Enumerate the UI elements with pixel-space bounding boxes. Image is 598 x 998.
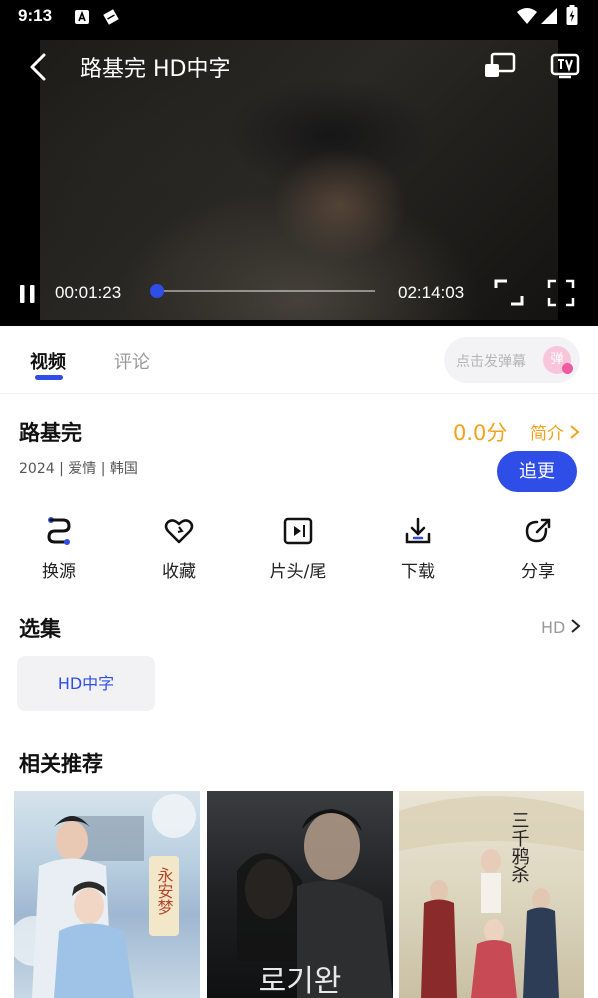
download-button[interactable]: 下载 <box>378 515 458 582</box>
action-label: 片头/尾 <box>269 562 327 582</box>
status-bar: 9:13 <box>0 0 598 34</box>
share-icon <box>525 518 551 543</box>
show-meta: 2024 | 爱情 | 韩国 <box>19 461 138 477</box>
episodes-title: 选集 <box>19 617 61 641</box>
video-player[interactable]: 路基完 HD中字 00:01:23 02:14:03 <box>0 34 598 326</box>
poster-artwork: 로기완 <box>237 809 393 998</box>
poster-text: 三千鸦杀 <box>509 811 530 883</box>
action-row: 换源 收藏 片头/尾 下载 分享 <box>0 515 598 585</box>
action-label: 换源 <box>42 562 76 582</box>
danmaku-input-button[interactable]: 点击发弹幕 弹 <box>444 337 580 383</box>
skip-intro-icon <box>283 517 313 545</box>
danmaku-placeholder: 点击发弹幕 <box>456 354 526 370</box>
chevron-right-icon <box>570 425 580 439</box>
tab-comments[interactable]: 评论 <box>114 348 150 374</box>
recommendation-poster[interactable]: 로기완 <box>207 791 393 998</box>
battery-icon <box>566 5 578 25</box>
a-notification-icon <box>75 10 89 24</box>
content-tabs: 视频 评论 点击发弹幕 弹 <box>0 326 598 394</box>
recommendation-poster[interactable]: 三千鸦杀 <box>399 791 584 998</box>
back-icon[interactable] <box>26 52 52 82</box>
show-score: 0.0分 <box>453 421 508 445</box>
skip-intro-button[interactable]: 片头/尾 <box>258 515 338 582</box>
fullscreen-icon[interactable] <box>546 278 576 308</box>
total-time: 02:14:03 <box>398 283 465 302</box>
status-time: 9:13 <box>18 6 53 25</box>
screen-mirror-icon[interactable] <box>483 51 517 81</box>
player-title: 路基完 HD中字 <box>80 57 231 82</box>
wifi-icon <box>517 8 537 24</box>
pause-icon[interactable] <box>18 283 38 305</box>
heart-icon <box>164 519 194 544</box>
share-button[interactable]: 分享 <box>498 515 578 582</box>
diamond-notification-icon <box>103 9 119 25</box>
current-time: 00:01:23 <box>55 283 122 302</box>
seek-bar[interactable] <box>150 284 375 298</box>
recommendations-title: 相关推荐 <box>19 752 103 776</box>
switch-source-button[interactable]: 换源 <box>19 515 99 582</box>
poster-text: 로기완 <box>259 964 342 998</box>
action-label: 分享 <box>521 562 555 582</box>
danmaku-toggle-dot <box>562 363 573 374</box>
switch-source-icon <box>47 517 71 545</box>
recommendation-poster[interactable]: 永安梦 <box>14 791 200 998</box>
tab-video[interactable]: 视频 <box>30 348 66 374</box>
signal-icon <box>541 8 557 24</box>
poster-artwork: 三千鸦杀 <box>399 796 584 998</box>
favorite-button[interactable]: 收藏 <box>139 515 219 582</box>
action-label: 下载 <box>401 562 435 582</box>
chevron-right-icon <box>571 619 581 633</box>
tv-cast-icon[interactable] <box>550 51 580 81</box>
poster-text: 永安梦 <box>155 867 174 915</box>
episode-chip[interactable]: HD中字 <box>17 656 155 711</box>
intro-link[interactable]: 简介 <box>530 419 580 444</box>
show-title: 路基完 <box>19 421 82 445</box>
rotate-icon[interactable] <box>493 278 525 308</box>
tab-active-indicator <box>35 375 63 380</box>
action-label: 收藏 <box>162 562 196 582</box>
poster-artwork: 永安梦 <box>14 794 196 998</box>
episodes-quality-link[interactable]: HD <box>541 618 581 637</box>
episodes-quality: HD <box>541 618 566 637</box>
follow-button[interactable]: 追更 <box>497 451 577 492</box>
intro-label: 简介 <box>530 424 564 444</box>
download-icon <box>405 517 431 544</box>
